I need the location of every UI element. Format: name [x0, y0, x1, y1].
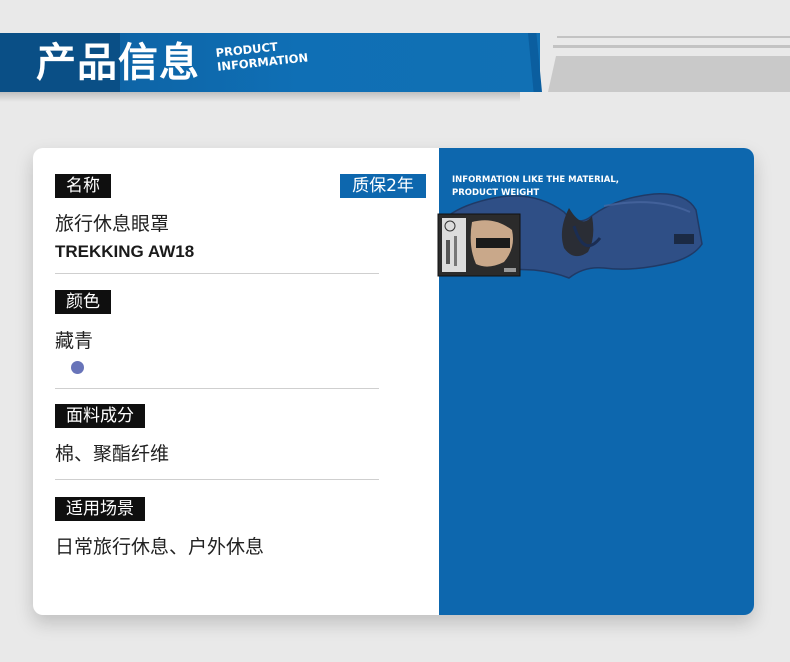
decor-grey-block — [548, 56, 790, 92]
color-label: 颜色 — [55, 290, 111, 314]
usage-value: 日常旅行休息、户外休息 — [55, 536, 265, 558]
name-value: 旅行休息眼罩 — [55, 213, 170, 235]
color-swatch — [71, 361, 84, 374]
eye-mask-product-image — [437, 193, 703, 279]
decor-line-1 — [557, 36, 790, 38]
divider — [55, 388, 379, 389]
warranty-badge: 质保2年 — [340, 174, 426, 198]
material-value: 棉、聚酯纤维 — [55, 443, 170, 465]
divider — [55, 479, 379, 480]
header-banner-shadow — [0, 92, 520, 102]
material-label: 面料成分 — [55, 404, 145, 428]
decor-line-2 — [553, 45, 790, 48]
page-title: 产品信息 — [36, 40, 200, 86]
usage-label: 适用场景 — [55, 497, 145, 521]
model-value: TREKKING AW18 — [55, 242, 195, 261]
name-label: 名称 — [55, 174, 111, 198]
divider — [55, 273, 379, 274]
color-value: 藏青 — [55, 330, 94, 352]
